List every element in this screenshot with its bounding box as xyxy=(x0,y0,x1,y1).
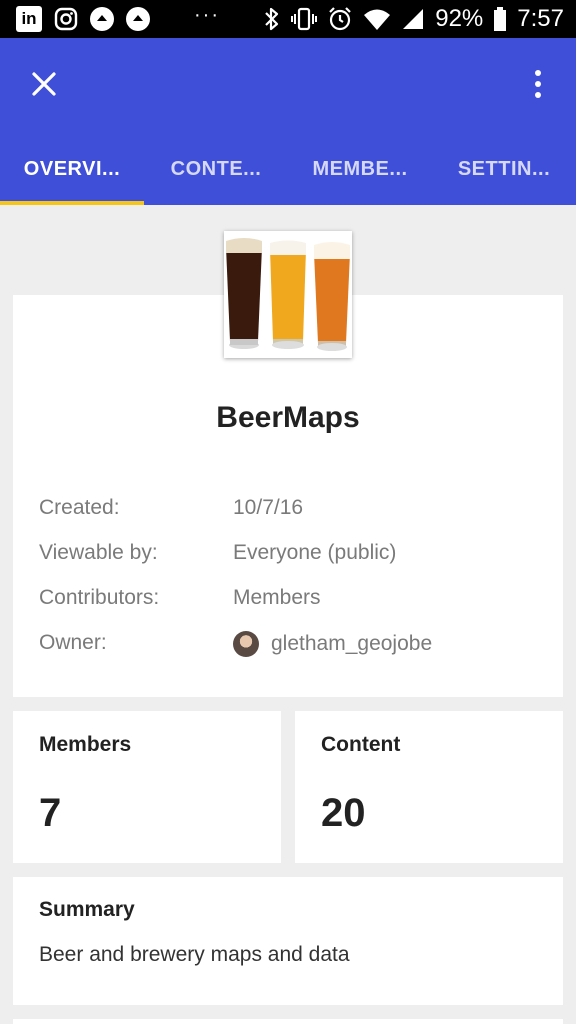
status-bar: in ··· 92% 7:57 xyxy=(0,0,576,38)
detail-label: Owner: xyxy=(39,631,107,654)
viewable-by-value: Everyone (public) xyxy=(233,541,397,564)
tab-overview[interactable]: OVERVI... xyxy=(0,134,144,205)
instagram-icon xyxy=(54,7,78,31)
more-options-button[interactable] xyxy=(530,66,546,102)
tab-bar: OVERVI... CONTE... MEMBE... SETTIN... xyxy=(0,134,576,205)
more-notifications-icon: ··· xyxy=(194,4,220,26)
wifi-icon xyxy=(363,7,391,31)
detail-value: Members xyxy=(233,586,321,610)
battery-percent: 92% xyxy=(435,5,484,32)
detail-owner: Owner: gletham_geojobe xyxy=(39,631,559,661)
tab-settings[interactable]: SETTIN... xyxy=(432,134,576,205)
detail-label: Viewable by: xyxy=(39,541,158,564)
detail-contributors: Contributors: Members xyxy=(39,586,559,616)
created-date: 10/7/16 xyxy=(233,496,304,519)
content-card[interactable]: Content 20 xyxy=(295,711,563,863)
signal-icon xyxy=(401,7,425,31)
members-card[interactable]: Members 7 xyxy=(13,711,281,863)
members-count: 7 xyxy=(39,791,62,835)
content-count: 20 xyxy=(321,791,366,835)
summary-text: Beer and brewery maps and data xyxy=(39,943,350,966)
tab-members[interactable]: MEMBE... xyxy=(288,134,432,205)
detail-viewable-by: Viewable by: Everyone (public) xyxy=(39,541,559,571)
detail-value: 10/7/16 xyxy=(233,496,303,520)
detail-value: Everyone (public) xyxy=(233,541,396,565)
bluetooth-icon xyxy=(263,6,281,32)
linkedin-icon: in xyxy=(16,6,42,32)
app-bar: OVERVI... CONTE... MEMBE... SETTIN... xyxy=(0,38,576,205)
detail-label: Created: xyxy=(39,496,120,519)
alarm-icon xyxy=(327,6,353,32)
notification-icon xyxy=(126,7,150,31)
summary-label: Summary xyxy=(39,898,135,921)
vibrate-icon xyxy=(291,6,318,32)
detail-created: Created: 10/7/16 xyxy=(39,496,559,526)
close-icon xyxy=(32,72,56,96)
contributors-value: Members xyxy=(233,586,321,609)
tab-content[interactable]: CONTE... xyxy=(144,134,288,205)
close-button[interactable] xyxy=(26,66,62,102)
clock: 7:57 xyxy=(517,5,564,32)
owner-link[interactable]: gletham_geojobe xyxy=(233,631,432,657)
owner-name: gletham_geojobe xyxy=(271,632,433,655)
summary-card: Summary Beer and brewery maps and data xyxy=(13,877,563,1005)
group-thumbnail xyxy=(224,231,352,358)
battery-icon xyxy=(493,6,507,32)
avatar xyxy=(233,631,259,657)
next-card-peek xyxy=(13,1019,563,1024)
content-label: Content xyxy=(321,733,401,756)
members-label: Members xyxy=(39,733,132,756)
group-title: BeerMaps xyxy=(216,401,360,434)
notification-icon xyxy=(90,7,114,31)
detail-label: Contributors: xyxy=(39,586,160,609)
more-vert-icon xyxy=(535,70,541,76)
